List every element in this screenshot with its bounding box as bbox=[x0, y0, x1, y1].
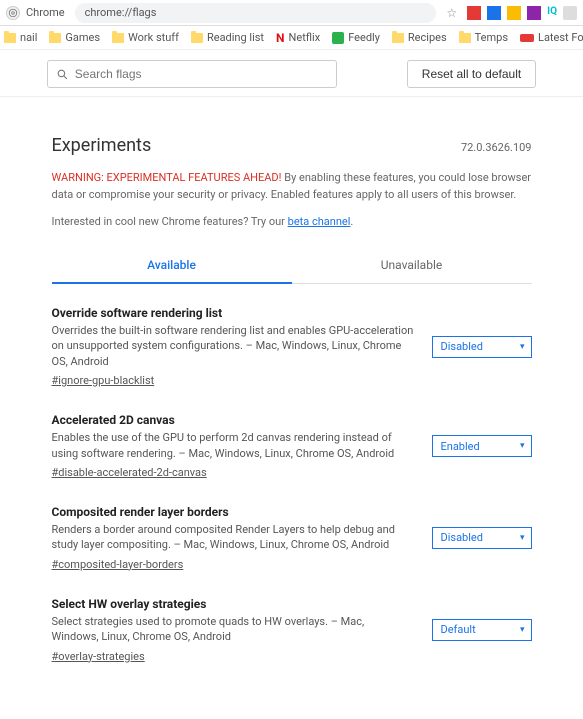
chrome-icon bbox=[6, 6, 20, 20]
flag-description: Renders a border around composited Rende… bbox=[52, 522, 414, 553]
flag-anchor-link[interactable]: #ignore-gpu-blacklist bbox=[52, 374, 155, 387]
search-input[interactable] bbox=[75, 67, 328, 81]
extension-icon[interactable] bbox=[467, 6, 481, 20]
tab-unavailable[interactable]: Unavailable bbox=[292, 248, 532, 283]
bookmark-item[interactable]: nail bbox=[4, 31, 37, 44]
folder-icon bbox=[4, 33, 16, 43]
flag-description: Enables the use of the GPU to perform 2d… bbox=[52, 430, 414, 461]
extension-icon[interactable] bbox=[563, 6, 577, 20]
site-icon bbox=[520, 34, 534, 42]
version-label: 72.0.3626.109 bbox=[461, 141, 532, 154]
bookmark-item[interactable]: Latest Football New… bbox=[520, 31, 583, 44]
onenote-icon[interactable] bbox=[527, 6, 541, 20]
flag-title: Composited render layer borders bbox=[52, 505, 414, 519]
beta-channel-line: Interested in cool new Chrome features? … bbox=[52, 215, 532, 228]
folder-icon bbox=[112, 33, 124, 43]
bookmark-item[interactable]: Recipes bbox=[392, 31, 447, 44]
flag-title: Accelerated 2D canvas bbox=[52, 413, 414, 427]
feedly-icon bbox=[332, 32, 344, 44]
extension-icons: IQ bbox=[467, 6, 577, 20]
flag-item: Composited render layer borders Renders … bbox=[52, 505, 532, 571]
folder-icon bbox=[49, 33, 61, 43]
iq-extension-icon[interactable]: IQ bbox=[547, 6, 557, 20]
tab-available[interactable]: Available bbox=[52, 248, 292, 284]
extension-icon[interactable] bbox=[507, 6, 521, 20]
bookmark-item[interactable]: Temps bbox=[459, 31, 508, 44]
warning-text: WARNING: EXPERIMENTAL FEATURES AHEAD! By… bbox=[52, 170, 532, 203]
flag-anchor-link[interactable]: #overlay-strategies bbox=[52, 650, 145, 663]
flag-select[interactable]: Default bbox=[432, 619, 532, 641]
folder-icon bbox=[392, 33, 404, 43]
address-bar[interactable]: chrome://flags bbox=[75, 3, 437, 23]
folder-icon bbox=[459, 33, 471, 43]
flag-anchor-link[interactable]: #disable-accelerated-2d-canvas bbox=[52, 466, 207, 479]
warning-prefix: WARNING: EXPERIMENTAL FEATURES AHEAD! bbox=[52, 171, 282, 184]
page-content: Reset all to default Experiments 72.0.36… bbox=[0, 50, 583, 719]
bookmark-item[interactable]: NNetflix bbox=[276, 31, 320, 45]
bookmark-star-icon[interactable]: ☆ bbox=[446, 6, 457, 20]
folder-icon bbox=[191, 33, 203, 43]
url-text: chrome://flags bbox=[85, 6, 157, 19]
flag-select[interactable]: Disabled bbox=[432, 527, 532, 549]
flag-title: Select HW overlay strategies bbox=[52, 597, 414, 611]
flag-item: Accelerated 2D canvas Enables the use of… bbox=[52, 413, 532, 479]
flag-item: Select HW overlay strategies Select stra… bbox=[52, 597, 532, 663]
search-box[interactable] bbox=[47, 60, 337, 88]
flag-anchor-link[interactable]: #composited-layer-borders bbox=[52, 558, 184, 571]
flag-select[interactable]: Enabled bbox=[432, 435, 532, 457]
flag-item: Override software rendering list Overrid… bbox=[52, 306, 532, 387]
page-title: Experiments bbox=[52, 135, 152, 156]
browser-toolbar: Chrome chrome://flags ☆ IQ bbox=[0, 0, 583, 26]
search-row: Reset all to default bbox=[0, 50, 583, 97]
flag-title: Override software rendering list bbox=[52, 306, 414, 320]
page-origin-label: Chrome bbox=[24, 6, 71, 19]
bookmark-item[interactable]: Feedly bbox=[332, 31, 380, 44]
beta-channel-link[interactable]: beta channel bbox=[288, 215, 351, 228]
bookmark-item[interactable]: Work stuff bbox=[112, 31, 179, 44]
bookmark-item[interactable]: Reading list bbox=[191, 31, 264, 44]
flag-select[interactable]: Disabled bbox=[432, 336, 532, 358]
bookmarks-bar: nail Games Work stuff Reading list NNetf… bbox=[0, 26, 583, 50]
extension-icon[interactable] bbox=[487, 6, 501, 20]
flag-description: Select strategies used to promote quads … bbox=[52, 614, 414, 645]
search-icon bbox=[56, 68, 69, 81]
netflix-icon: N bbox=[276, 31, 284, 45]
tabs: Available Unavailable bbox=[52, 248, 532, 284]
flag-description: Overrides the built-in software renderin… bbox=[52, 323, 414, 369]
bookmark-item[interactable]: Games bbox=[49, 31, 100, 44]
reset-all-button[interactable]: Reset all to default bbox=[407, 60, 536, 88]
